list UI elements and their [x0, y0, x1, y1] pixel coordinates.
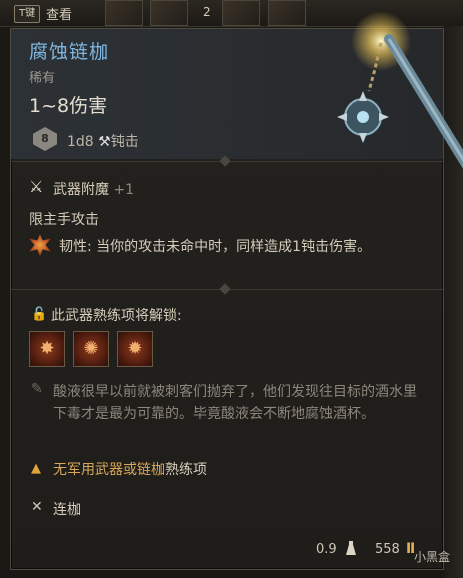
warning-part2: 熟练项 — [165, 462, 207, 478]
item-name: 腐蚀链枷 — [29, 41, 110, 63]
item-tooltip: 腐蚀链枷 稀有 1~8伤害 8 1d8 ⚒钝击 ⚔ 武器附魔 +1 限主手攻击 … — [10, 11, 463, 570]
weight-icon — [346, 541, 356, 555]
weapon-type: 连枷 — [53, 502, 81, 518]
divider-ornament — [219, 283, 231, 295]
unlock-icon: 🔓 — [31, 307, 48, 322]
item-damage: 1~8伤害 — [29, 95, 108, 117]
key-badge: T键 — [14, 5, 41, 23]
item-rarity: 稀有 — [29, 71, 56, 86]
proficiency-action-1-icon[interactable]: ✸ — [29, 331, 65, 367]
d8-dice-icon: 8 — [33, 127, 57, 151]
hotbar-slot[interactable] — [150, 0, 188, 26]
proficiency-title: 此武器熟练项将解锁: — [51, 308, 182, 324]
view-label: 查看 — [46, 8, 73, 23]
enchant-line: 武器附魔 +1 — [53, 179, 134, 199]
proficiency-action-2-icon[interactable]: ✺ — [73, 331, 109, 367]
feather-icon: ✎ — [31, 381, 43, 397]
warning-text: 无军用武器或链枷熟练项 — [53, 459, 207, 479]
enchant-label: 武器附魔 — [53, 182, 109, 198]
enchant-icon: ⚔ — [29, 177, 44, 196]
hotbar-slot[interactable] — [105, 0, 143, 26]
toughness-name: 韧性 — [59, 239, 87, 255]
tooltip-header: 腐蚀链枷 稀有 1~8伤害 8 1d8 ⚒钝击 — [11, 11, 463, 169]
item-weight: 0.9 — [316, 542, 337, 557]
toughness-text: 韧性: 当你的攻击未命中时，同样造成1钝击伤害。 — [59, 235, 379, 259]
damage-type: 钝击 — [110, 134, 139, 150]
toughness-icon — [29, 234, 51, 256]
item-price: 558 — [375, 542, 400, 557]
enchant-bonus: +1 — [113, 182, 135, 198]
hotbar-slot[interactable] — [268, 0, 306, 26]
lore-text: 酸液很早以前就被刺客们抛弃了，他们发现往目标的酒水里下毒才是最为可靠的。毕竟酸液… — [53, 384, 417, 422]
damage-dice: 1d8 — [67, 134, 94, 150]
hammer-icon: ⚒ — [98, 134, 111, 150]
watermark: 小黑盒 — [414, 550, 451, 564]
warning-icon: ▲ — [31, 461, 41, 476]
flail-artwork-icon — [337, 11, 463, 169]
damage-detail: 1d8 ⚒钝击 — [67, 131, 139, 151]
dice-value: 8 — [41, 132, 49, 145]
restriction-text: 限主手攻击 — [29, 212, 99, 228]
warning-part1: 无军用武器或链枷 — [53, 462, 165, 478]
slot-count: 2 — [203, 5, 211, 19]
crossed-weapons-icon: ✕ — [31, 499, 43, 515]
proficiency-action-3-icon[interactable]: ✹ — [117, 331, 153, 367]
toughness-desc: : 当你的攻击未命中时，同样造成1钝击伤害。 — [87, 239, 372, 255]
hotbar-slot[interactable] — [222, 0, 260, 26]
